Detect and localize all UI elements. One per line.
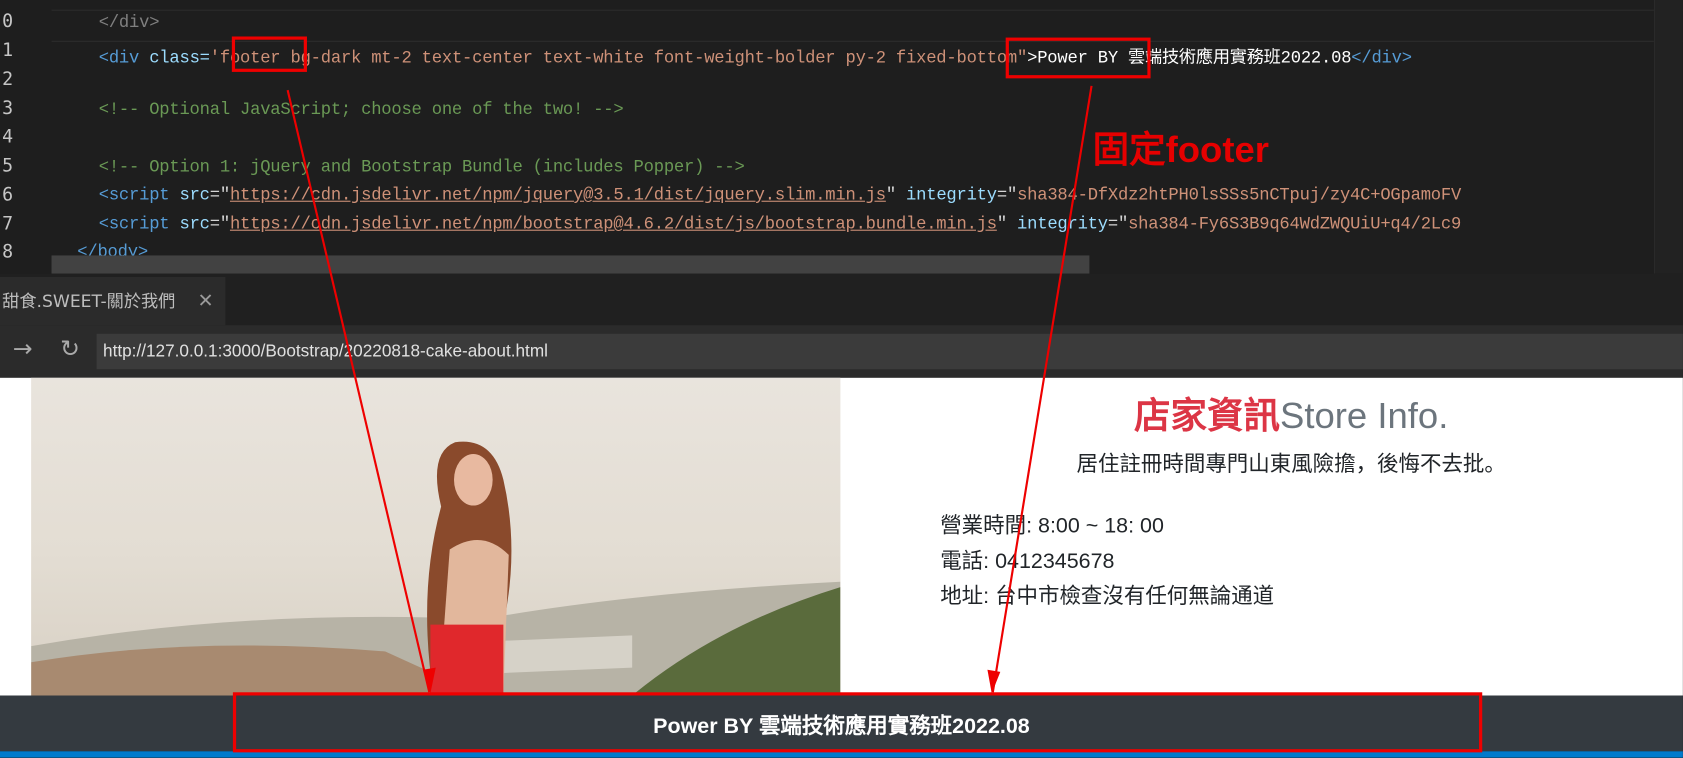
- arrowhead: [422, 667, 436, 694]
- screenshot: 0 1 2 3 4 5 6 7 8 </div> <div class='foo…: [0, 0, 1683, 758]
- arrow-footer-class: [286, 89, 431, 693]
- arrow-fixed-bottom: [991, 85, 1093, 693]
- annotation-arrows: [286, 85, 1093, 694]
